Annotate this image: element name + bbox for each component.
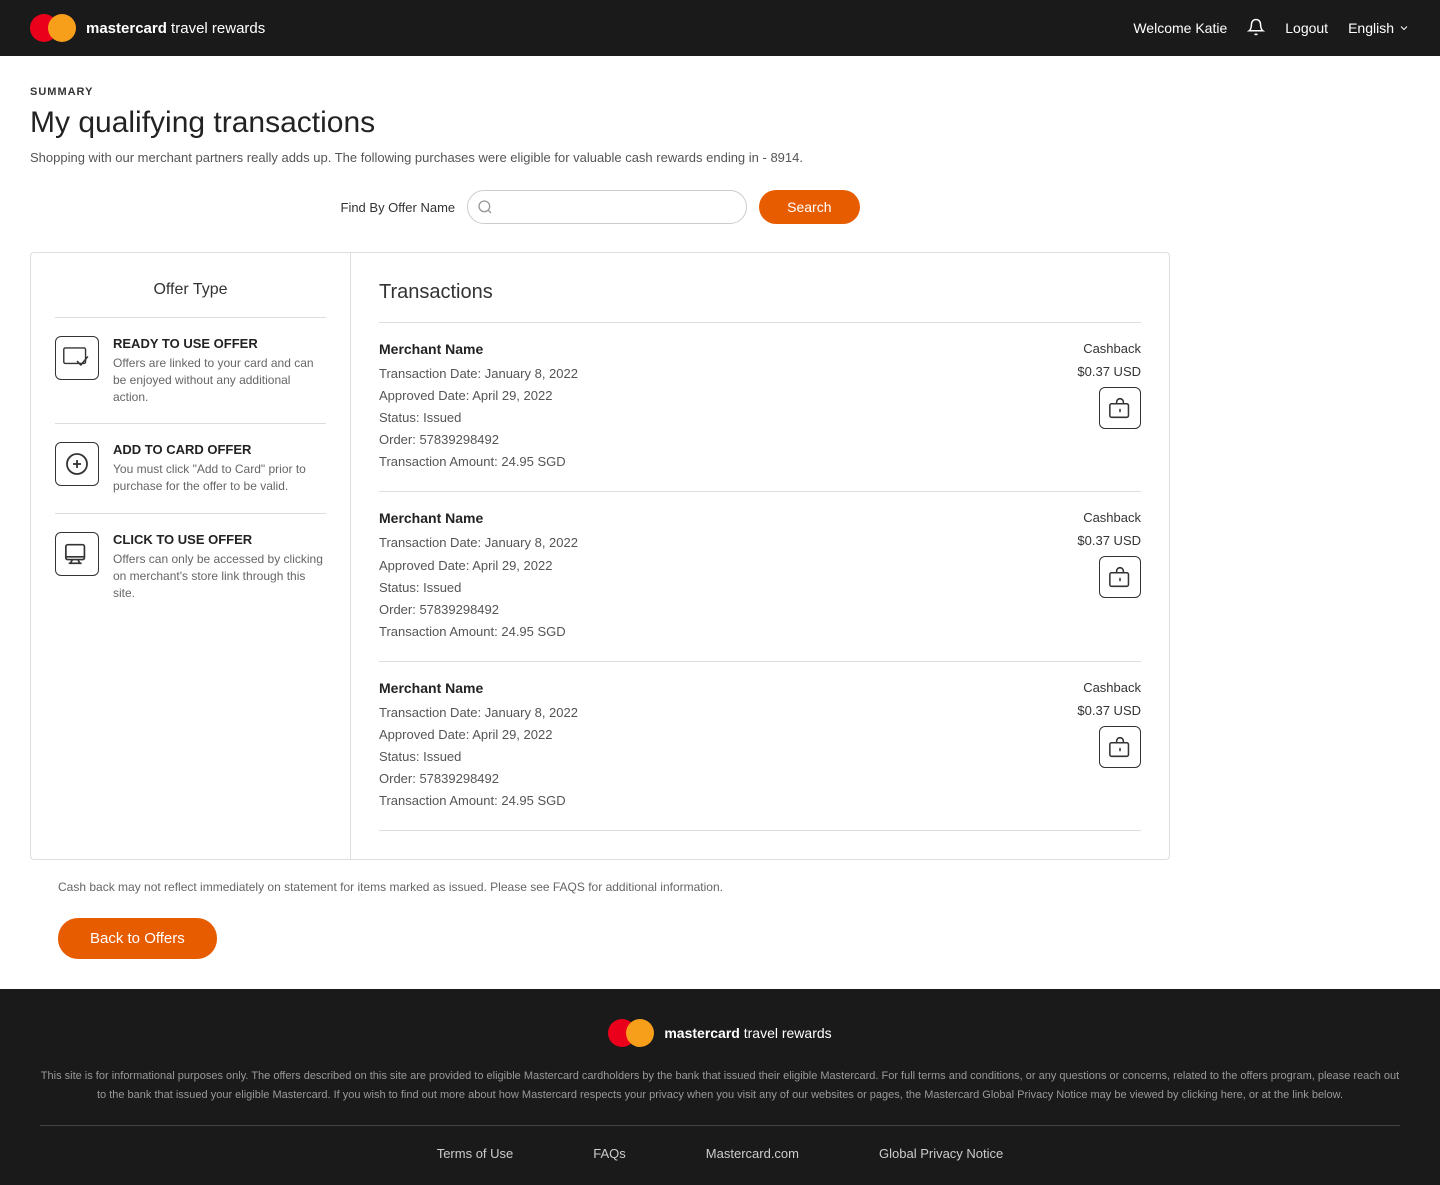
bell-icon[interactable] [1247, 18, 1265, 39]
search-icon [477, 199, 493, 215]
footer-disclaimer: This site is for informational purposes … [40, 1067, 1400, 1104]
offer-item-ready: READY TO USE OFFER Offers are linked to … [55, 336, 326, 405]
transaction-cashback: Cashback $0.37 USD [1077, 510, 1141, 598]
footer-logo-row: mastercard travel rewards [40, 1019, 1400, 1047]
search-input[interactable] [467, 190, 747, 224]
click-to-use-icon [55, 532, 99, 576]
cashback-label: Cashback [1083, 680, 1141, 695]
offer-type-panel: Offer Type READY TO USE OFFER Offers are… [31, 253, 351, 859]
ready-to-use-icon [55, 336, 99, 380]
transaction-row: Merchant Name Transaction Date: January … [379, 323, 1141, 492]
offer-type-title: Offer Type [55, 281, 326, 299]
merchant-name: Merchant Name [379, 510, 578, 526]
divider-2 [55, 513, 326, 514]
footer-link-privacy[interactable]: Global Privacy Notice [879, 1144, 1003, 1165]
cashback-amount: $0.37 USD [1077, 364, 1141, 379]
transaction-info: Transaction Date: January 8, 2022 Approv… [379, 702, 578, 812]
footer-link-mastercard[interactable]: Mastercard.com [706, 1144, 799, 1165]
summary-label: SUMMARY [30, 86, 1170, 98]
footer-logo-orange [626, 1019, 654, 1047]
transactions-panel: Transactions Merchant Name Transaction D… [351, 253, 1169, 859]
ready-to-use-text: READY TO USE OFFER Offers are linked to … [113, 336, 326, 405]
back-to-offers-button[interactable]: Back to Offers [58, 918, 217, 959]
footer-link-terms[interactable]: Terms of Use [437, 1144, 514, 1165]
language-selector[interactable]: English [1348, 20, 1410, 36]
main-content: SUMMARY My qualifying transactions Shopp… [0, 56, 1200, 989]
header-right-area: Welcome Katie Logout English [1133, 18, 1410, 39]
logout-button[interactable]: Logout [1285, 20, 1328, 36]
transaction-details: Merchant Name Transaction Date: January … [379, 341, 578, 473]
footer-logo [608, 1019, 654, 1047]
transaction-row: Merchant Name Transaction Date: January … [379, 492, 1141, 661]
transaction-cashback: Cashback $0.37 USD [1077, 341, 1141, 429]
cashback-label: Cashback [1083, 510, 1141, 525]
header-logo-area: mastercard travel rewards [30, 14, 265, 42]
transaction-icon [1099, 726, 1141, 768]
cashback-amount: $0.37 USD [1077, 533, 1141, 548]
click-to-use-text: CLICK TO USE OFFER Offers can only be ac… [113, 532, 326, 601]
add-to-card-icon [55, 442, 99, 486]
welcome-text: Welcome Katie [1133, 20, 1227, 36]
search-input-wrapper [467, 190, 747, 224]
logo-circle-orange [48, 14, 76, 42]
add-to-card-text: ADD TO CARD OFFER You must click "Add to… [113, 442, 326, 495]
cashback-amount: $0.37 USD [1077, 703, 1141, 718]
cashback-label: Cashback [1083, 341, 1141, 356]
mastercard-logo [30, 14, 76, 42]
content-panel: Offer Type READY TO USE OFFER Offers are… [30, 252, 1170, 860]
page-description: Shopping with our merchant partners real… [30, 150, 1170, 165]
cashback-note: Cash back may not reflect immediately on… [30, 880, 1170, 894]
footer: mastercard travel rewards This site is f… [0, 989, 1440, 1184]
transaction-info: Transaction Date: January 8, 2022 Approv… [379, 363, 578, 473]
merchant-name: Merchant Name [379, 341, 578, 357]
transaction-row: Merchant Name Transaction Date: January … [379, 662, 1141, 831]
divider-1 [55, 423, 326, 424]
transaction-cashback: Cashback $0.37 USD [1077, 680, 1141, 768]
brand-name: mastercard travel rewards [86, 20, 265, 37]
transaction-details: Merchant Name Transaction Date: January … [379, 680, 578, 812]
search-row: Find By Offer Name Search [30, 190, 1170, 224]
transaction-icon [1099, 556, 1141, 598]
merchant-name: Merchant Name [379, 680, 578, 696]
transaction-info: Transaction Date: January 8, 2022 Approv… [379, 532, 578, 642]
search-button[interactable]: Search [759, 190, 859, 224]
footer-link-faqs[interactable]: FAQs [593, 1144, 626, 1165]
transaction-details: Merchant Name Transaction Date: January … [379, 510, 578, 642]
offer-type-divider [55, 317, 326, 318]
footer-brand: mastercard travel rewards [664, 1022, 831, 1044]
header: mastercard travel rewards Welcome Katie … [0, 0, 1440, 56]
page-title: My qualifying transactions [30, 106, 1170, 140]
offer-item-click: CLICK TO USE OFFER Offers can only be ac… [55, 532, 326, 601]
offer-item-add: ADD TO CARD OFFER You must click "Add to… [55, 442, 326, 495]
transaction-list: Merchant Name Transaction Date: January … [379, 323, 1141, 831]
search-label: Find By Offer Name [341, 200, 456, 215]
transaction-icon [1099, 387, 1141, 429]
footer-links: Terms of Use FAQs Mastercard.com Global … [40, 1125, 1400, 1165]
transactions-title: Transactions [379, 281, 1141, 304]
